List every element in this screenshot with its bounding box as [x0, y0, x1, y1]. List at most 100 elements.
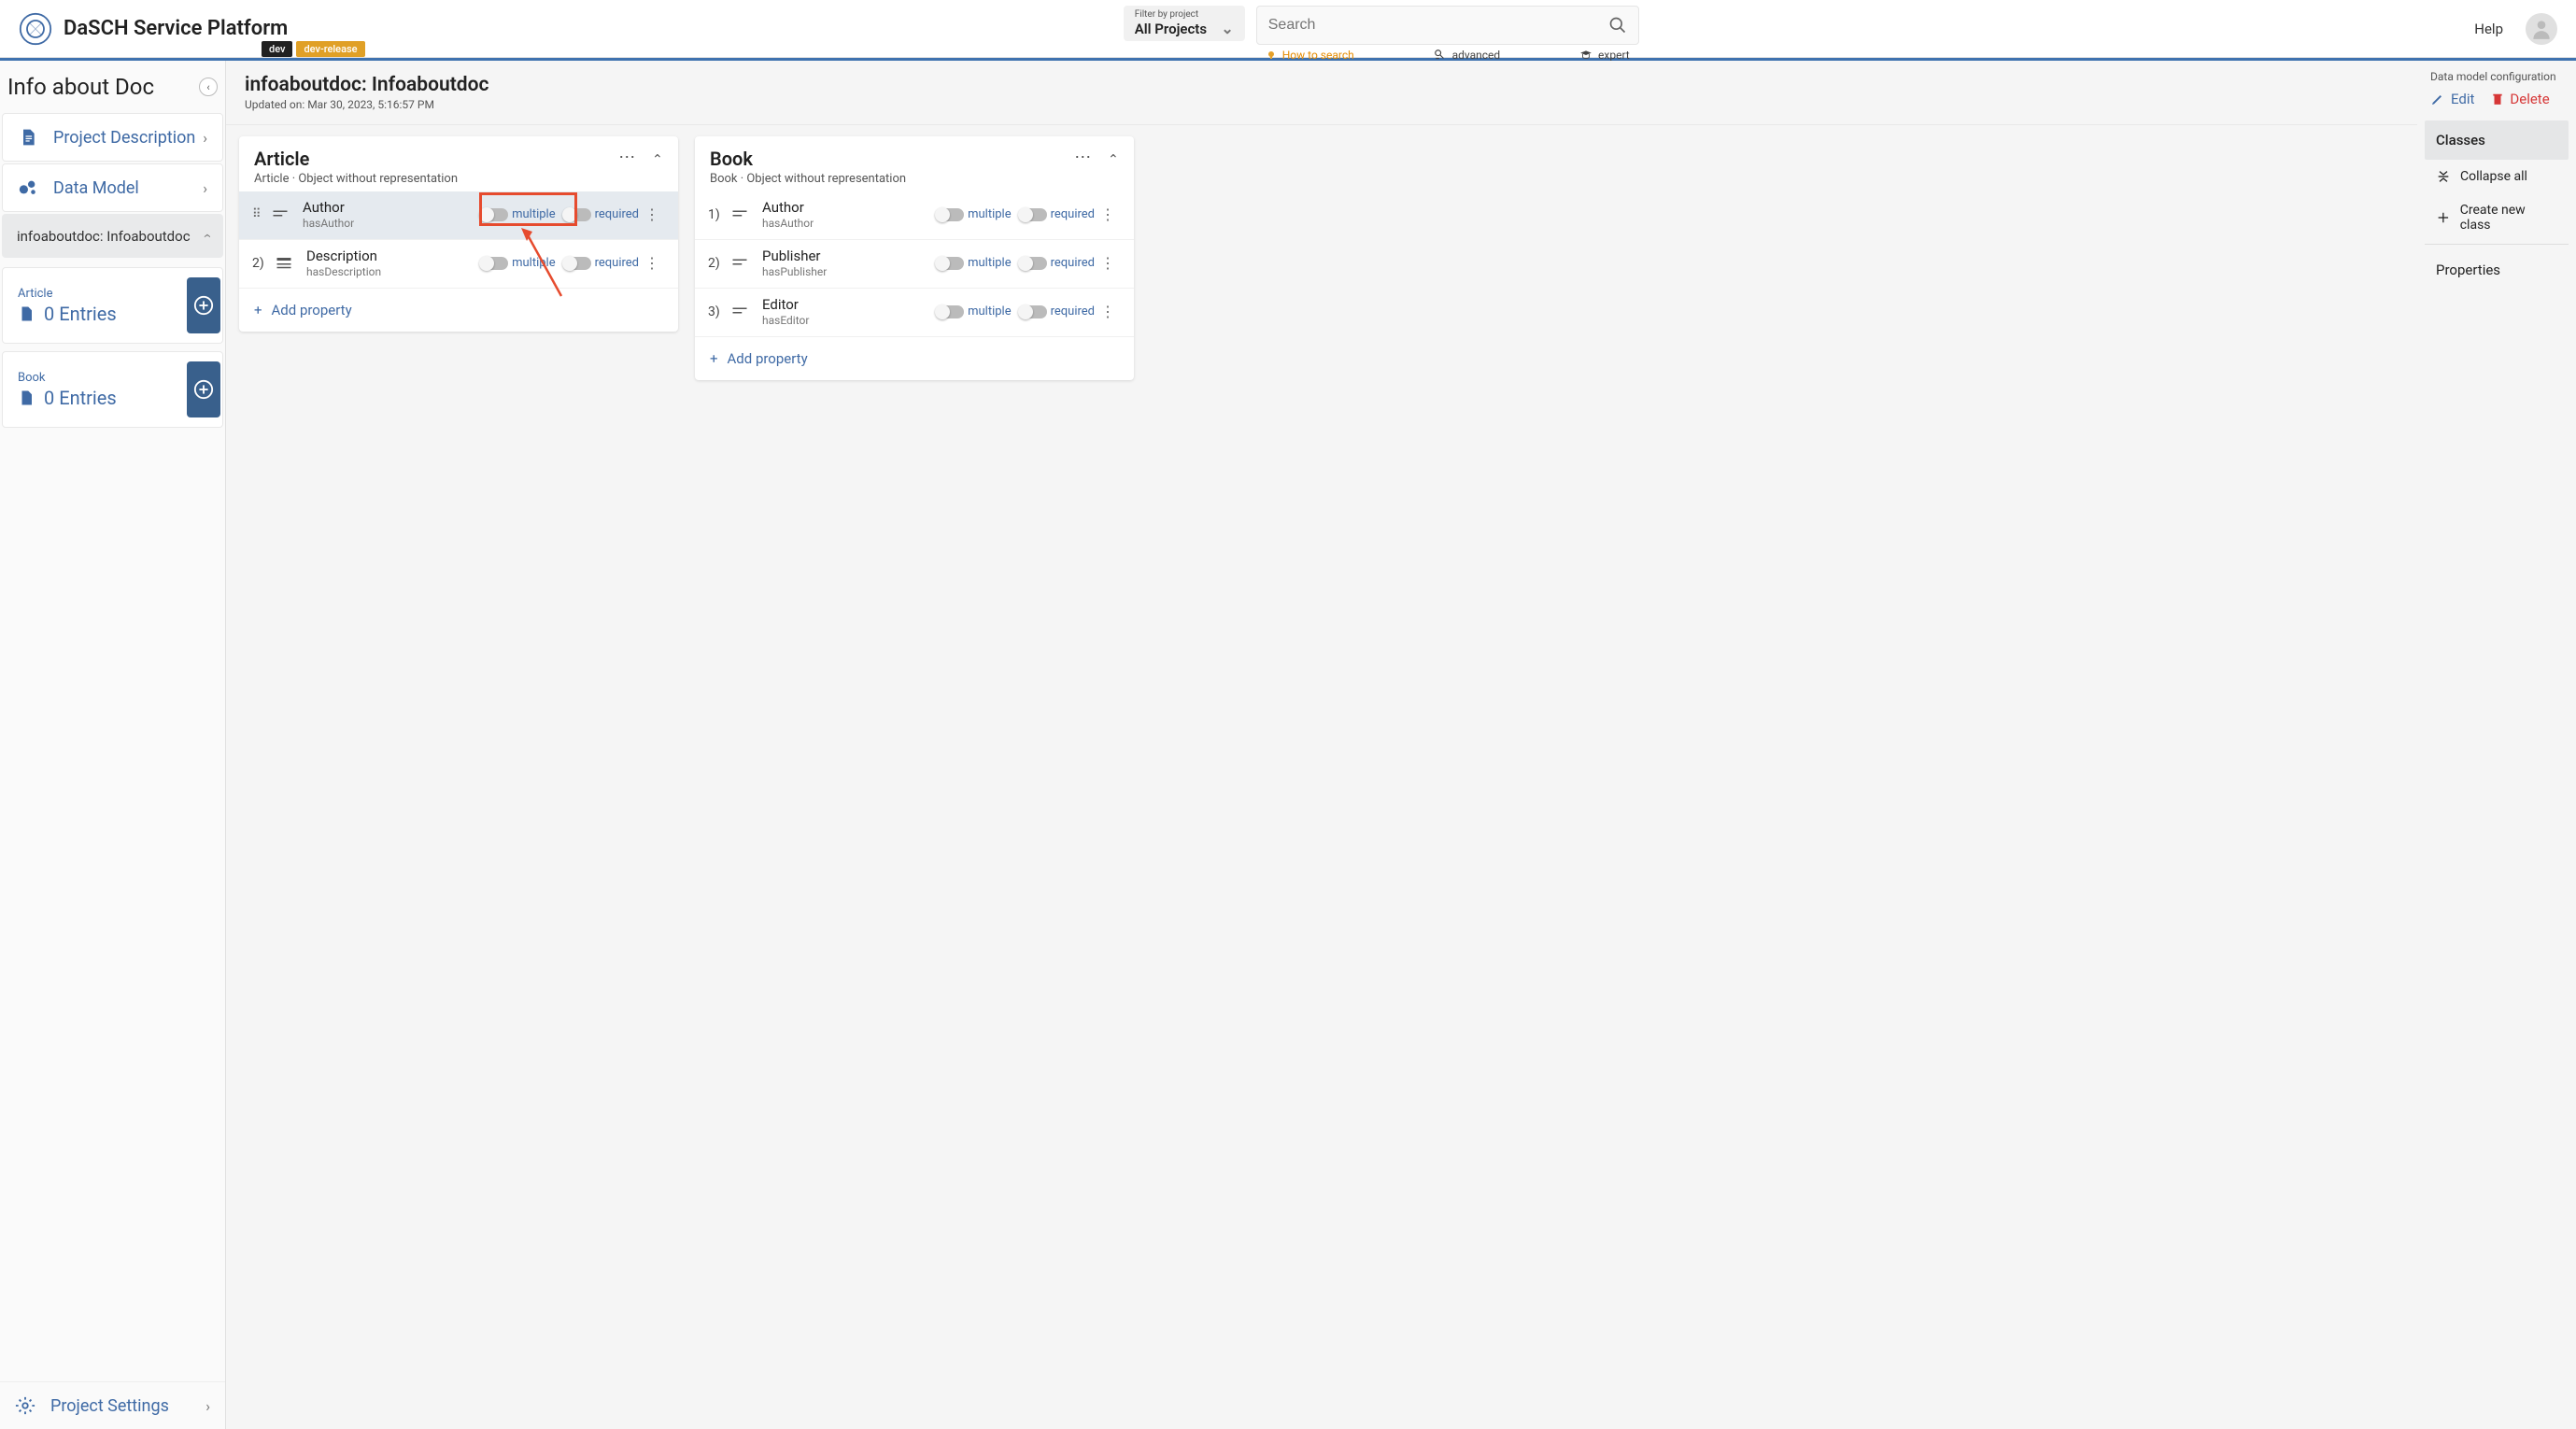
toggle-switch-icon	[936, 305, 964, 318]
property-row-publisher[interactable]: 2) Publisher hasPublisher multiple	[695, 240, 1134, 289]
entry-card-book[interactable]: Book 0 Entries	[2, 351, 223, 428]
drag-handle-icon[interactable]: ⠿	[252, 207, 269, 221]
card-collapse-button[interactable]: ⌄	[1108, 150, 1119, 165]
sidebar-item-data-model[interactable]: Data Model ›	[2, 163, 223, 212]
plus-circle-icon	[193, 379, 214, 400]
help-link[interactable]: Help	[2474, 21, 2503, 37]
add-entry-button[interactable]	[187, 277, 220, 333]
card-menu-button[interactable]: ⋯	[1074, 148, 1091, 167]
property-menu-button[interactable]: ⋮	[1095, 303, 1121, 320]
badge-release: dev-release	[296, 41, 364, 57]
property-index: 3)	[708, 304, 729, 319]
delete-button[interactable]: Delete	[2491, 91, 2549, 107]
properties-section-header[interactable]: Properties	[2425, 250, 2569, 290]
bubbles-icon	[18, 177, 38, 198]
entry-card-article[interactable]: Article 0 Entries	[2, 267, 223, 344]
collapse-all-button[interactable]: Collapse all	[2425, 160, 2569, 193]
plus-icon: +	[710, 350, 718, 367]
property-index: 1)	[708, 207, 729, 222]
card-menu-button[interactable]: ⋯	[618, 148, 635, 167]
search-box	[1256, 6, 1639, 45]
property-menu-button[interactable]: ⋮	[1095, 254, 1121, 272]
property-menu-button[interactable]: ⋮	[639, 254, 665, 272]
edit-button[interactable]: Edit	[2430, 91, 2474, 107]
property-row-editor[interactable]: 3) Editor hasEditor multiple	[695, 289, 1134, 337]
search-icon[interactable]	[1608, 16, 1627, 35]
multiple-toggle[interactable]: multiple	[480, 207, 556, 221]
property-row-author[interactable]: 1) Author hasAuthor multiple	[695, 191, 1134, 240]
sidebar-item-project-description[interactable]: Project Description ›	[2, 113, 223, 162]
sidebar-ontology-selected[interactable]: infoaboutdoc: Infoaboutdoc ›	[2, 214, 223, 258]
entry-class-label: Article	[18, 287, 117, 301]
model-updated: Updated on: Mar 30, 2023, 5:16:57 PM	[245, 98, 2399, 111]
property-tech-name: hasAuthor	[762, 217, 936, 230]
add-property-button[interactable]: + Add property	[239, 289, 678, 332]
multiple-toggle[interactable]: multiple	[480, 256, 556, 270]
advanced-icon	[1434, 49, 1447, 62]
multiple-toggle[interactable]: multiple	[936, 304, 1012, 318]
card-header: Article Article · Object without represe…	[239, 136, 678, 191]
required-toggle[interactable]: required	[563, 207, 639, 221]
sidebar-item-label: Project Description	[53, 128, 195, 148]
multiple-toggle[interactable]: multiple	[936, 207, 1012, 221]
add-entry-button[interactable]	[187, 361, 220, 417]
toggle-switch-icon	[563, 208, 591, 221]
property-row-author[interactable]: ⠿ Author hasAuthor multiple	[239, 191, 678, 240]
property-tech-name: hasDescription	[306, 265, 480, 278]
advanced-search-link[interactable]: advanced	[1434, 49, 1501, 62]
property-tech-name: hasPublisher	[762, 265, 936, 278]
add-property-button[interactable]: + Add property	[695, 337, 1134, 380]
main-center: infoaboutdoc: Infoaboutdoc Updated on: M…	[226, 61, 2417, 1429]
model-title: infoaboutdoc: Infoaboutdoc	[245, 74, 2399, 96]
classes-section-header: Classes	[2425, 120, 2569, 160]
property-label: Description	[306, 248, 480, 264]
toggle-switch-icon	[563, 257, 591, 270]
badge-dev: dev	[262, 41, 292, 57]
required-toggle[interactable]: required	[563, 256, 639, 270]
plus-circle-icon	[193, 295, 214, 316]
required-toggle[interactable]: required	[1019, 304, 1095, 318]
main-area: infoaboutdoc: Infoaboutdoc Updated on: M…	[226, 61, 2576, 1429]
required-toggle[interactable]: required	[1019, 256, 1095, 270]
class-card-article: Article Article · Object without represe…	[239, 136, 678, 332]
filter-label: Filter by project	[1135, 9, 1234, 20]
text-property-icon	[269, 204, 291, 226]
app-header: DaSCH Service Platform dev dev-release F…	[0, 0, 2576, 58]
card-collapse-button[interactable]: ⌄	[652, 150, 663, 165]
user-avatar[interactable]	[2526, 13, 2557, 45]
sidebar-title-row: Info about Doc ‹	[0, 61, 225, 113]
ontology-name: infoaboutdoc: Infoaboutdoc	[17, 228, 191, 245]
lightbulb-icon	[1266, 50, 1277, 61]
chevron-right-icon: ›	[205, 1397, 210, 1415]
property-row-description[interactable]: 2) Description hasDescription multiple	[239, 240, 678, 289]
how-to-search-link[interactable]: How to search	[1266, 49, 1354, 62]
model-header: infoaboutdoc: Infoaboutdoc Updated on: M…	[226, 61, 2417, 125]
toggle-switch-icon	[1019, 305, 1047, 318]
text-property-icon	[729, 204, 751, 226]
expert-search-link[interactable]: expert	[1579, 49, 1630, 62]
file-icon	[18, 389, 35, 407]
property-menu-button[interactable]: ⋮	[1095, 205, 1121, 223]
toggle-switch-icon	[480, 208, 508, 221]
property-menu-button[interactable]: ⋮	[639, 205, 665, 223]
gear-icon	[15, 1395, 35, 1416]
chevron-up-icon: ›	[197, 233, 215, 238]
entry-class-label: Book	[18, 371, 117, 385]
sidebar-project-title: Info about Doc	[7, 74, 154, 100]
chevron-right-icon: ›	[203, 129, 207, 147]
project-filter-dropdown[interactable]: Filter by project All Projects ⌄	[1124, 6, 1245, 41]
settings-label: Project Settings	[50, 1396, 169, 1416]
right-panel: Data model configuration Edit Delete Cla…	[2417, 61, 2576, 1429]
multiple-toggle[interactable]: multiple	[936, 256, 1012, 270]
class-title: Book	[710, 148, 906, 170]
class-subtitle: Book · Object without representation	[710, 172, 906, 186]
required-toggle[interactable]: required	[1019, 207, 1095, 221]
property-tech-name: hasEditor	[762, 314, 936, 327]
create-new-class-button[interactable]: Create new class	[2425, 193, 2569, 242]
sidebar-item-project-settings[interactable]: Project Settings ›	[0, 1381, 225, 1429]
sidebar-collapse-button[interactable]: ‹	[199, 78, 218, 96]
search-input[interactable]	[1268, 17, 1608, 34]
env-badges: dev dev-release	[262, 41, 365, 57]
richtext-property-icon	[273, 252, 295, 275]
pencil-icon	[2430, 92, 2445, 106]
